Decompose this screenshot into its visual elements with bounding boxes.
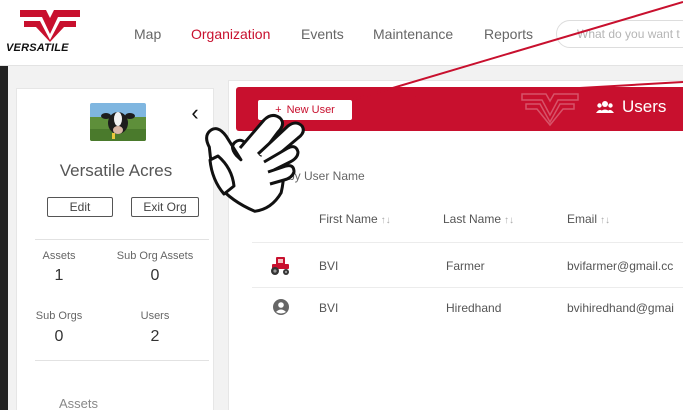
column-header-first-name[interactable]: First Name ↑↓ [319,212,391,226]
nav-maintenance[interactable]: Maintenance [373,26,453,42]
nav-reports[interactable]: Reports [484,26,533,42]
cell-first-name: BVI [319,301,339,315]
nav-map[interactable]: Map [134,26,161,42]
cell-email: bvihiredhand@gmai [567,301,674,315]
sort-icon: ↑↓ [600,215,611,226]
cell-last-name: Farmer [446,259,485,273]
column-header-last-name[interactable]: Last Name ↑↓ [443,212,514,226]
column-header-label: First Name [319,212,378,226]
versatile-logo-icon [20,10,80,42]
tractor-icon [271,257,289,275]
nav-events[interactable]: Events [301,26,344,42]
logo-wordmark: VERSATILE [6,42,69,54]
column-header-label: Last Name [443,212,502,226]
stat-assets-label: Assets [42,250,76,262]
column-header-email[interactable]: Email ↑↓ [567,212,610,226]
plus-icon: + [275,104,282,116]
sort-icon: ↑↓ [380,215,391,226]
cell-last-name: Hiredhand [446,301,502,315]
top-navigation-bar: VERSATILE Map Organization Events Mainte… [0,0,683,66]
page-left-edge [0,66,8,410]
table-divider [252,242,683,243]
stat-sub-orgs-value: 0 [54,328,64,345]
nav-organization[interactable]: Organization [191,26,270,42]
new-user-label: New User [286,104,335,116]
users-header-banner: + New User Users [236,87,683,131]
cell-email: bvifarmer@gmail.cc [567,259,674,273]
table-divider [252,287,683,288]
versatile-logo[interactable]: VERSATILE [6,6,106,60]
cell-first-name: BVI [319,259,339,273]
edit-button[interactable]: Edit [47,197,113,217]
new-user-button[interactable]: + New User [258,100,352,120]
sidebar-divider [35,239,209,240]
versatile-watermark-icon [521,93,579,127]
stat-sub-orgs-label: Sub Orgs [35,310,83,322]
organization-sidebar: ‹ Versatile Acres Edit Exit Org Assets 1… [16,88,214,410]
search-input[interactable] [556,20,683,48]
stat-sub-org-assets-value: 0 [150,267,160,284]
organization-avatar [90,103,146,141]
sidebar-divider [35,360,209,361]
sort-icon: ↑↓ [504,215,515,226]
filter-by-user-name-input[interactable] [258,166,438,186]
assets-section-title: Assets [59,396,99,410]
exit-org-button[interactable]: Exit Org [131,197,199,217]
users-title-label: Users [622,97,667,116]
stat-sub-org-assets-label: Sub Org Assets [116,250,194,262]
stat-users-label: Users [140,310,170,322]
stat-users-value: 2 [150,328,160,345]
users-icon [596,101,614,113]
user-circle-icon [273,299,289,315]
column-header-label: Email [567,212,598,226]
stat-assets-value: 1 [54,267,64,284]
chevron-left-icon[interactable]: ‹ [185,101,205,125]
organization-name: Versatile Acres [59,161,173,180]
cow-photo-icon [90,103,146,141]
users-title: Users [596,97,666,117]
